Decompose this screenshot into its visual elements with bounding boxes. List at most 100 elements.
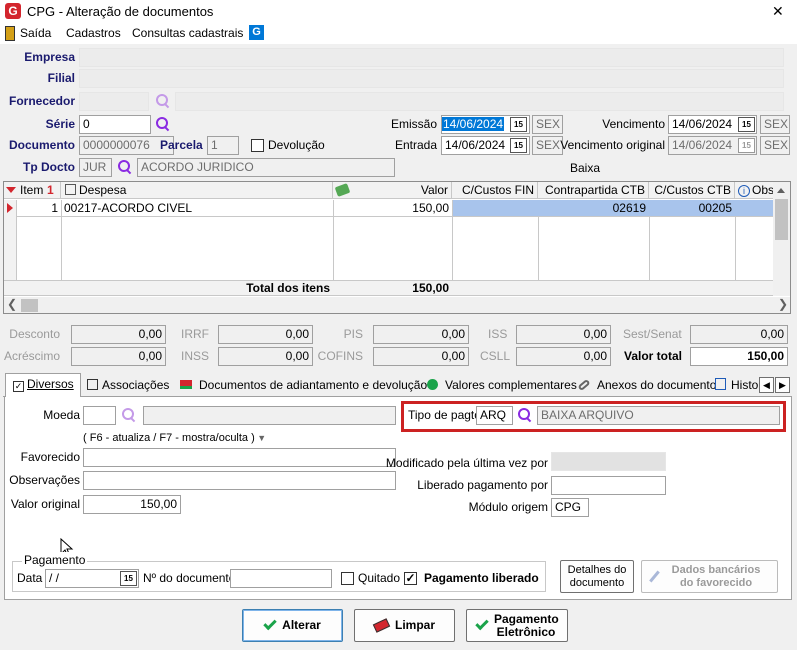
row-contrapartida: 02619 [612,201,646,215]
pagamento-liberado-checkbox[interactable]: ✓ [404,572,417,585]
favorecido-input[interactable] [83,448,396,467]
filial-field[interactable] [79,69,784,88]
venc-original-calendar-icon: 15 [738,138,755,153]
emissao-label: Emissão [390,117,437,131]
valor-original-field: 150,00 [83,495,181,514]
liberado-por-field [551,476,666,495]
entrada-label: Entrada [394,138,437,152]
atualiza-hint: ( F6 - atualiza / F7 - mostra/oculta ) ▼ [83,429,266,448]
parcela-field: 1 [207,136,239,155]
col-contrapartida[interactable]: Contrapartida CTB [538,182,649,199]
ndoc-input[interactable] [230,569,332,588]
col-ccctb[interactable]: C/Custos CTB [649,182,735,199]
scroll-left-icon[interactable]: ❮ [7,295,17,314]
filial-label: Filial [47,71,75,85]
pencil-icon [649,570,660,583]
modulo-origem-label: Módulo origem [468,500,548,514]
grid-horizontal-scrollbar[interactable] [4,297,790,313]
col-valor[interactable]: Valor [333,182,452,199]
moeda-search-icon[interactable] [122,408,136,422]
tab-valores-complementares[interactable]: Valores complementares [423,375,581,396]
tab-diversos-check-icon: ✓ [13,381,24,392]
tpdocto-code-field[interactable]: JUR [79,158,112,177]
vencimento-day-field: SEX [760,115,790,134]
col-ccfin[interactable]: C/Custos FIN [452,182,538,199]
observacoes-label: Observações [9,473,80,487]
pagamento-eletronico-button[interactable]: Pagamento Eletrônico [466,609,568,642]
observacoes-input[interactable] [83,471,396,490]
parcela-label: Parcela [160,138,203,152]
iss-field: 0,00 [516,325,611,344]
pagamento-calendar-icon[interactable]: 15 [120,571,137,586]
menu-cadastros[interactable]: Cadastros [66,24,121,43]
pagamento-liberado-label: Pagamento liberado [424,571,539,585]
empresa-field[interactable] [79,48,784,67]
col-obs[interactable]: i Obs [735,182,773,199]
close-icon[interactable]: ✕ [772,2,784,21]
tipo-pagto-input[interactable]: ARQ [476,406,513,425]
info-icon: i [738,185,750,197]
total-itens-value: 150,00 [412,281,449,295]
ndoc-label: Nº do documento [143,571,236,585]
grid-hscroll-thumb[interactable] [21,299,38,312]
moeda-input[interactable] [83,406,116,425]
tab-anexos[interactable]: Anexos do documento [574,375,720,396]
fornecedor-search-icon[interactable] [156,94,170,108]
row-ccctb: 00205 [698,201,732,215]
quitado-checkbox[interactable] [341,572,354,585]
money-icon [334,183,351,197]
tab-scroll-left-icon[interactable]: ◀ [759,377,774,393]
menu-consultas-cadastrais[interactable]: Consultas cadastrais [132,24,243,43]
serie-input[interactable]: 0 [79,115,151,134]
entrada-calendar-icon[interactable]: 15 [510,138,527,153]
tab-historico[interactable]: Histo [711,375,762,396]
scroll-right-icon[interactable]: ❯ [778,295,788,314]
table-row[interactable]: 1 00217-ACORDO CIVEL 150,00 02619 00205 [17,200,773,216]
paperclip-icon [577,378,591,392]
devolucao-checkbox[interactable] [251,139,264,152]
tipo-pagto-label: Tipo de pagto [408,408,481,422]
exit-door-icon [5,26,15,41]
help-logo-icon[interactable]: G [249,25,264,40]
serie-search-icon[interactable] [156,117,170,131]
serie-label: Série [45,117,75,131]
sest-field: 0,00 [690,325,788,344]
tab-documentos-label: Documentos de adiantamento e devolução [199,378,428,392]
venc-original-day-field: SEX [760,136,790,155]
app-logo-icon: G [5,3,21,19]
csll-field: 0,00 [516,347,611,366]
emissao-calendar-icon[interactable]: 15 [510,117,527,132]
check-icon [263,616,277,631]
col-despesa-label: Despesa [79,183,127,197]
tipo-pagto-search-icon[interactable] [518,408,532,422]
inss-label: INSS [181,349,210,363]
tab-diversos[interactable]: ✓ Diversos [9,374,78,395]
fornecedor-code-field[interactable] [79,92,149,111]
valor-total-field: 150,00 [690,347,788,366]
grid-scroll-thumb[interactable] [775,199,788,240]
dados-bancarios-label: Dados bancários do favorecido [671,563,761,589]
tpdocto-desc-field: ACORDO JURIDICO [137,158,395,177]
row-valor: 150,00 [412,201,449,215]
limpar-label: Limpar [394,618,435,632]
alterar-button[interactable]: Alterar [242,609,343,642]
limpar-button[interactable]: Limpar [354,609,455,642]
tab-documentos-adiantamento[interactable]: Documentos de adiantamento e devolução [176,375,431,396]
iss-label: ISS [488,327,508,341]
row-item: 1 [51,201,58,215]
col-despesa[interactable]: Despesa [62,182,333,199]
tab-associacoes[interactable]: Associações [83,375,173,396]
tab-scroll-right-icon[interactable]: ▶ [775,377,790,393]
vencimento-calendar-icon[interactable]: 15 [738,117,755,132]
col-item[interactable]: Item [17,182,43,199]
eraser-icon [372,618,391,633]
menu-saida[interactable]: Saída [20,24,51,43]
scroll-up-icon[interactable] [777,188,785,193]
moeda-label: Moeda [43,408,80,422]
tpdocto-search-icon[interactable] [118,160,132,174]
dados-bancarios-button: Dados bancários do favorecido [641,560,778,593]
row-despesa: 00217-ACORDO CIVEL [64,201,193,215]
history-icon [715,378,726,390]
cofins-field: 0,00 [373,347,469,366]
detalhes-documento-button[interactable]: Detalhes do documento [560,560,634,593]
